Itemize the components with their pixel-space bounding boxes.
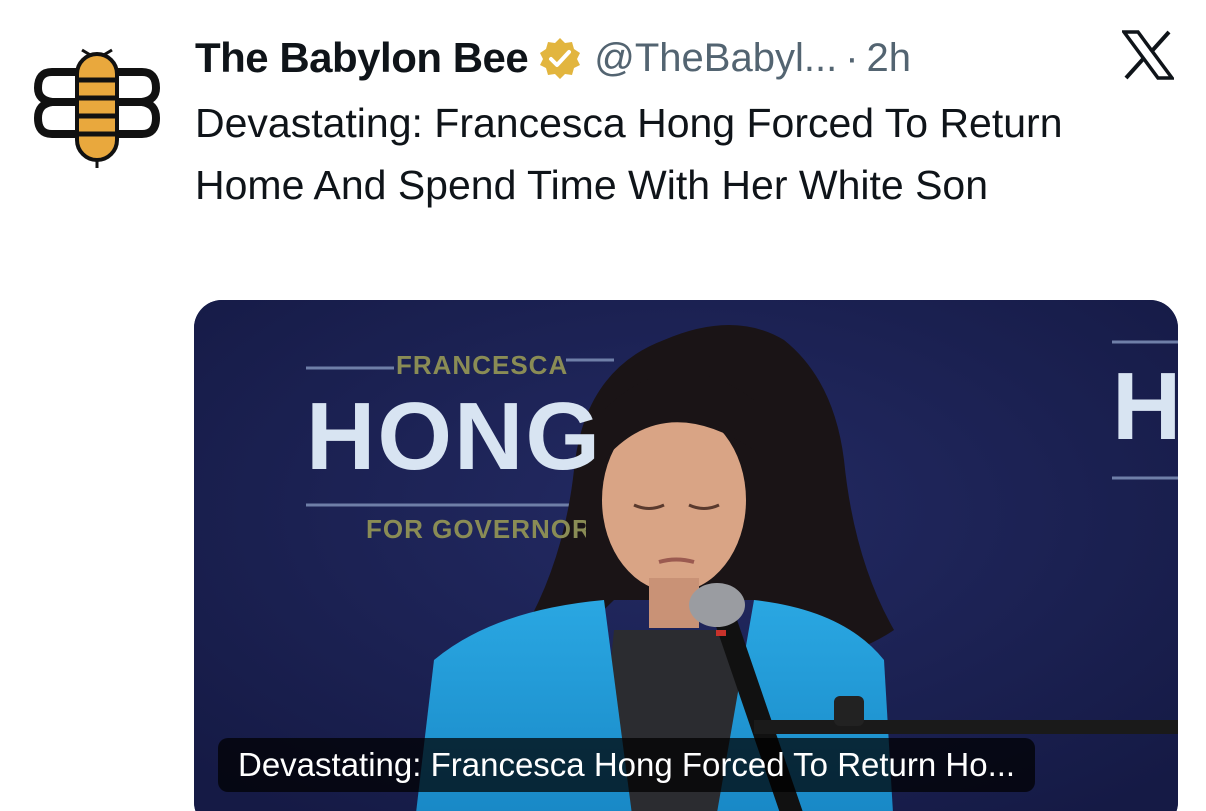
avatar[interactable] bbox=[30, 36, 164, 170]
tweet-text: Devastating: Francesca Hong Forced To Re… bbox=[195, 100, 1063, 208]
media-caption: Devastating: Francesca Hong Forced To Re… bbox=[218, 738, 1036, 792]
banner-right-text: H bbox=[1112, 353, 1178, 460]
banner-sub-text: FOR GOVERNOR bbox=[366, 514, 586, 544]
video-frame-image bbox=[194, 300, 1178, 811]
tweet-media-video[interactable]: FRANCESCA HONG FOR GOVERNOR H Devastatin… bbox=[194, 300, 1178, 811]
verified-badge-icon[interactable] bbox=[538, 36, 582, 80]
tweet-card[interactable]: The Babylon Bee @TheBabyl... · 2h Devast… bbox=[0, 0, 1206, 811]
display-name[interactable]: The Babylon Bee bbox=[195, 34, 529, 82]
babylon-bee-logo-icon bbox=[33, 48, 161, 168]
banner-main-text: HONG bbox=[306, 383, 602, 490]
timestamp[interactable]: 2h bbox=[867, 36, 912, 81]
separator-dot: · bbox=[845, 35, 859, 80]
tweet-header: The Babylon Bee @TheBabyl... · 2h bbox=[195, 30, 911, 86]
account-handle[interactable]: @TheBabyl... bbox=[594, 36, 837, 81]
x-logo-icon[interactable] bbox=[1120, 30, 1176, 80]
banner-top-text: FRANCESCA bbox=[396, 350, 569, 380]
